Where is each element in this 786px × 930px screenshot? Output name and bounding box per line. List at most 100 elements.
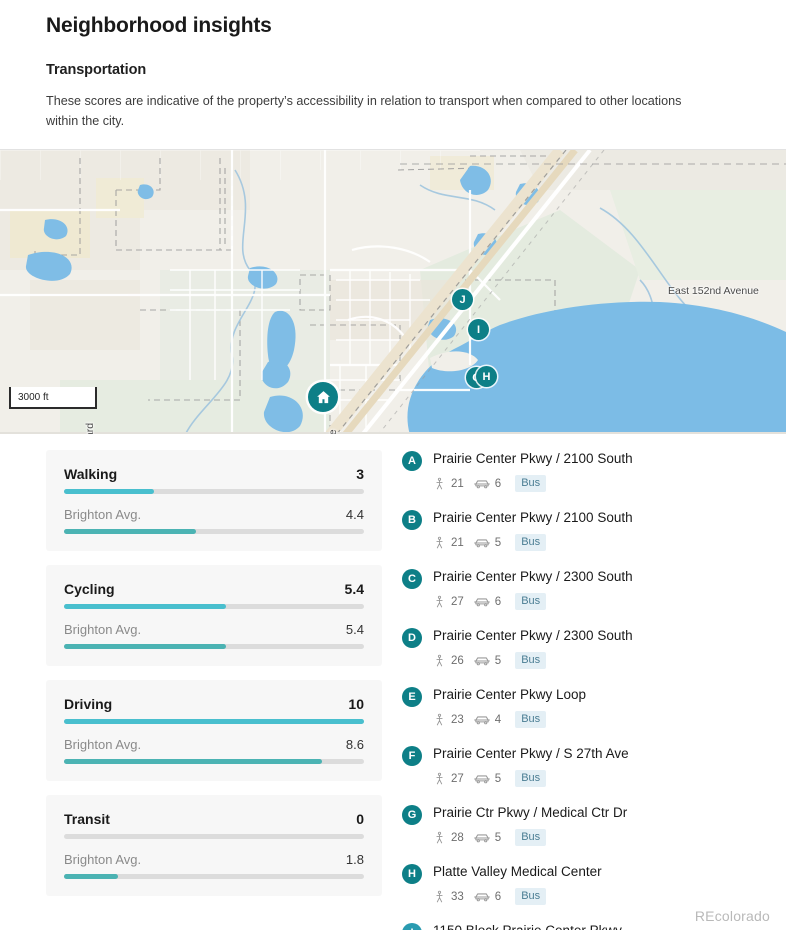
stop-meta: 21 5 Bus [433, 534, 633, 551]
avg-value: 1.8 [345, 852, 364, 867]
stop-item-a[interactable]: A Prairie Center Pkwy / 2100 South 21 6 … [402, 450, 766, 492]
drive-minutes: 4 [494, 713, 502, 726]
score-card-driving: Driving 10 Brighton Avg. 8.6 [46, 680, 382, 781]
avg-value: 5.4 [345, 622, 364, 637]
stop-pin-e: E [402, 687, 422, 707]
score-card-cycling: Cycling 5.4 Brighton Avg. 5.4 [46, 565, 382, 666]
stop-item-b[interactable]: B Prairie Center Pkwy / 2100 South 21 5 … [402, 509, 766, 551]
avg-progress-track [64, 529, 364, 534]
stop-body: Prairie Center Pkwy / 2300 South 27 6 Bu… [433, 568, 633, 610]
score-progress-fill [64, 489, 154, 494]
map-marker-j[interactable]: J [452, 289, 473, 310]
map-marker-i[interactable]: I [468, 319, 489, 340]
score-label: Driving [64, 696, 113, 712]
stop-item-h[interactable]: H Platte Valley Medical Center 33 6 Bus [402, 863, 766, 905]
avg-progress-track [64, 874, 364, 879]
avg-progress-track [64, 759, 364, 764]
car-icon [473, 774, 490, 783]
walk-minutes: 21 [451, 536, 464, 549]
avg-label: Brighton Avg. [64, 622, 142, 637]
walk-minutes: 27 [451, 772, 464, 785]
drive-minutes: 6 [494, 477, 502, 490]
stop-body: Prairie Center Pkwy Loop 23 4 Bus [433, 686, 586, 728]
stop-meta: 33 6 Bus [433, 888, 602, 905]
stop-body: Prairie Center Pkwy / 2300 South 26 5 Bu… [433, 627, 633, 669]
stop-meta: 21 6 Bus [433, 475, 633, 492]
stop-item-g[interactable]: G Prairie Ctr Pkwy / Medical Ctr Dr 28 5… [402, 804, 766, 846]
drive-minutes: 5 [494, 536, 502, 549]
stop-title: Prairie Center Pkwy / S 27th Ave [433, 746, 629, 761]
map-label-sable-blvd: Sable Boulevard [84, 423, 96, 434]
avg-progress-fill [64, 529, 196, 534]
stop-pin-c: C [402, 569, 422, 589]
drive-minutes: 6 [494, 595, 502, 608]
stop-title: Prairie Center Pkwy / 2300 South [433, 628, 633, 643]
car-icon [473, 715, 490, 724]
score-label: Cycling [64, 581, 115, 597]
car-icon [473, 656, 490, 665]
stop-body: Platte Valley Medical Center 33 6 Bus [433, 863, 602, 905]
map-scale-bar: 3000 ft [9, 387, 97, 409]
score-progress-track [64, 604, 364, 609]
avg-label: Brighton Avg. [64, 737, 142, 752]
neighborhood-map[interactable]: East 152nd Avenue Sable Boulevard South … [0, 149, 786, 434]
stop-item-d[interactable]: D Prairie Center Pkwy / 2300 South 26 5 … [402, 627, 766, 669]
stop-title: Platte Valley Medical Center [433, 864, 602, 879]
stop-pin-d: D [402, 628, 422, 648]
section-title: Transportation [46, 62, 147, 78]
avg-progress-fill [64, 759, 322, 764]
stop-pin-b: B [402, 510, 422, 530]
stop-body: Prairie Ctr Pkwy / Medical Ctr Dr 28 5 B… [433, 804, 627, 846]
walk-minutes: 23 [451, 713, 464, 726]
score-label: Transit [64, 811, 110, 827]
stop-meta: 27 6 Bus [433, 593, 633, 610]
recolorado-watermark: REcolorado [694, 908, 770, 924]
transport-scores-column: Walking 3 Brighton Avg. 4.4 Cycling 5.4 [0, 450, 396, 930]
stop-item-e[interactable]: E Prairie Center Pkwy Loop 23 4 Bus [402, 686, 766, 728]
score-value: 0 [356, 811, 364, 827]
home-icon [316, 390, 330, 403]
pedestrian-icon [436, 536, 443, 548]
score-progress-fill [64, 604, 226, 609]
score-progress-track [64, 719, 364, 724]
score-card-walking: Walking 3 Brighton Avg. 4.4 [46, 450, 382, 551]
avg-progress-fill [64, 644, 226, 649]
stop-pin-a: A [402, 451, 422, 471]
stop-meta: 26 5 Bus [433, 652, 633, 669]
stop-body: Prairie Center Pkwy / 2100 South 21 6 Bu… [433, 450, 633, 492]
avg-label: Brighton Avg. [64, 507, 142, 522]
pedestrian-icon [436, 595, 443, 607]
page-header: Neighborhood insights Transportation The… [0, 0, 786, 131]
pedestrian-icon [436, 772, 443, 784]
walk-minutes: 33 [451, 890, 464, 903]
walk-minutes: 28 [451, 831, 464, 844]
property-home-marker[interactable] [308, 382, 338, 412]
car-icon [473, 892, 490, 901]
drive-minutes: 5 [494, 831, 502, 844]
car-icon [473, 597, 490, 606]
map-label-south-27th-ave: South 27th Avenue [327, 429, 339, 434]
mode-badge: Bus [515, 475, 547, 492]
score-value: 5.4 [344, 581, 364, 597]
map-marker-h[interactable]: H [476, 366, 497, 387]
avg-label: Brighton Avg. [64, 852, 142, 867]
walk-minutes: 21 [451, 477, 464, 490]
score-progress-track [64, 834, 364, 839]
mode-badge: Bus [515, 534, 547, 551]
walk-minutes: 27 [451, 595, 464, 608]
mode-badge: Bus [515, 829, 547, 846]
stop-item-c[interactable]: C Prairie Center Pkwy / 2300 South 27 6 … [402, 568, 766, 610]
pedestrian-icon [436, 831, 443, 843]
score-progress-track [64, 489, 364, 494]
stop-title: Prairie Center Pkwy / 2100 South [433, 510, 633, 525]
mode-badge: Bus [515, 593, 547, 610]
stop-item-f[interactable]: F Prairie Center Pkwy / S 27th Ave 27 5 … [402, 745, 766, 787]
avg-progress-track [64, 644, 364, 649]
car-icon [473, 833, 490, 842]
score-card-transit: Transit 0 Brighton Avg. 1.8 [46, 795, 382, 896]
score-value: 10 [348, 696, 364, 712]
stop-pin-f: F [402, 746, 422, 766]
stop-title: Prairie Ctr Pkwy / Medical Ctr Dr [433, 805, 628, 820]
transit-stops-list: A Prairie Center Pkwy / 2100 South 21 6 … [396, 450, 786, 930]
stop-body: Prairie Center Pkwy / 2100 South 21 5 Bu… [433, 509, 633, 551]
